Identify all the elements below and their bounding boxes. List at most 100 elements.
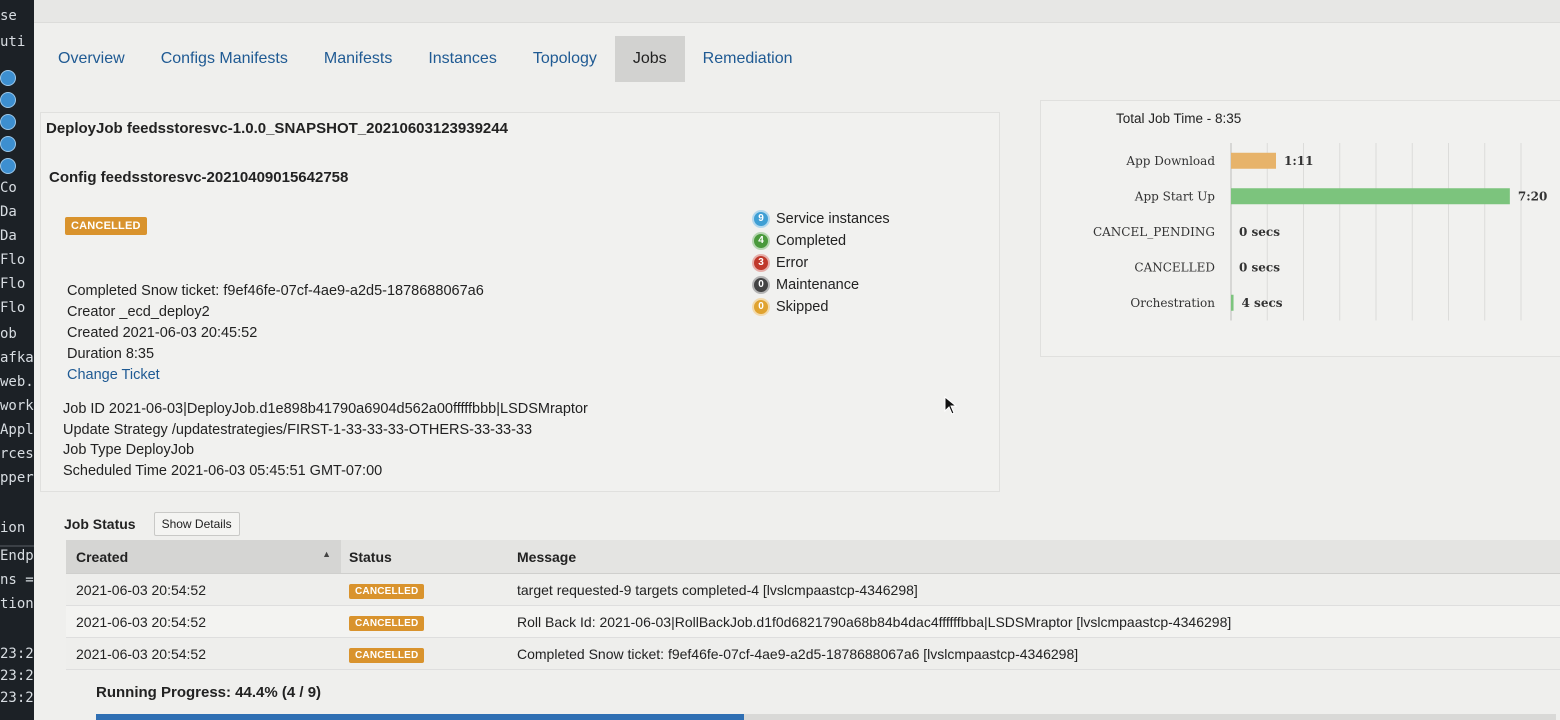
sort-arrow-icon: ▲: [322, 548, 331, 559]
value-label: 0 secs: [1239, 225, 1280, 239]
tab-manifests[interactable]: Manifests: [306, 36, 410, 82]
job-time-chart: Total Job Time - 8:35 App Download 1:11 App…: [1040, 100, 1560, 357]
terminal-line: Da: [0, 228, 17, 244]
bar: [1231, 188, 1510, 205]
terminal-line: rces: [0, 446, 34, 462]
table-row: 2021-06-03 20:54:52 CANCELLED Completed …: [66, 637, 1560, 670]
terminal-line: pper: [0, 470, 34, 486]
snow-ticket: Completed Snow ticket: f9ef46fe-07cf-4ae…: [67, 283, 484, 299]
legend-label: Maintenance: [776, 277, 860, 293]
column-status[interactable]: Status: [341, 540, 509, 574]
created-time: Created 2021-06-03 20:45:52: [67, 325, 258, 341]
mouse-cursor-icon: [944, 396, 958, 415]
table-header-row: Created ▲ Status Message: [66, 540, 1560, 574]
row-status: CANCELLED: [341, 605, 509, 638]
bar: [1231, 294, 1234, 311]
row-message: Roll Back Id: 2021-06-03|RollBackJob.d1f…: [509, 605, 1560, 638]
job-id: Job ID 2021-06-03|DeployJob.d1e898b41790…: [63, 401, 588, 417]
terminal-line: Flo: [0, 300, 26, 316]
terminal-line: ion: [0, 520, 26, 536]
job-status-header: Job Status Show Details: [64, 512, 240, 536]
scheduled-time: Scheduled Time 2021-06-03 05:45:51 GMT-0…: [63, 462, 383, 479]
terminal-status-icon: [0, 158, 16, 174]
count-badge: 3: [752, 254, 770, 272]
running-progress-label: Running Progress: 44.4% (4 / 9): [96, 684, 322, 701]
legend-maintenance: 0 Maintenance: [752, 274, 890, 296]
job-type: Job Type DeployJob: [63, 442, 195, 458]
legend-label: Service instances: [776, 211, 890, 227]
column-created[interactable]: Created ▲: [66, 540, 341, 574]
row-created: 2021-06-03 20:54:52: [66, 637, 341, 670]
terminal-status-icon: [0, 136, 16, 152]
tab-remediation[interactable]: Remediation: [685, 36, 811, 82]
category-label: App Start Up: [1134, 189, 1216, 203]
row-status: CANCELLED: [341, 573, 509, 606]
tab-bar: Overview Configs Manifests Manifests Ins…: [40, 36, 810, 82]
running-progress-fill: [96, 714, 745, 720]
tab-configs-manifests[interactable]: Configs Manifests: [143, 36, 306, 82]
legend-completed: 4 Completed: [752, 230, 890, 252]
column-label: Created: [76, 548, 129, 565]
status-badge: CANCELLED: [349, 583, 425, 599]
table-row: 2021-06-03 20:54:52 CANCELLED target req…: [66, 573, 1560, 606]
legend-error: 3 Error: [752, 252, 890, 274]
terminal-line: ob: [0, 326, 17, 342]
value-label: 0 secs: [1239, 260, 1280, 274]
job-status-badge: CANCELLED: [65, 217, 147, 235]
job-status-table: Created ▲ Status Message 2021-06-03 20:54…: [66, 540, 1560, 670]
tab-overview[interactable]: Overview: [40, 36, 143, 82]
terminal-status-icon: [0, 114, 16, 130]
job-meta: Job ID 2021-06-03|DeployJob.d1e898b41790…: [63, 399, 588, 481]
terminal-line: Flo: [0, 252, 26, 268]
job-title: DeployJob feedsstoresvc-1.0.0_SNAPSHOT_2…: [46, 120, 508, 137]
terminal-line: afka: [0, 350, 34, 366]
count-badge: 9: [752, 210, 770, 228]
value-label: 7:20: [1518, 189, 1547, 203]
column-message[interactable]: Message: [509, 540, 1560, 574]
row-created: 2021-06-03 20:54:52: [66, 573, 341, 606]
terminal-line: se: [0, 8, 17, 24]
category-label: Orchestration: [1130, 296, 1215, 310]
terminal-line: uti: [0, 34, 26, 50]
status-badge: CANCELLED: [349, 647, 425, 663]
chart-title: Total Job Time - 8:35: [1116, 111, 1241, 126]
show-details-button[interactable]: Show Details: [153, 512, 240, 536]
legend-label: Completed: [776, 233, 847, 249]
change-ticket-link[interactable]: Change Ticket: [67, 365, 484, 386]
table-row: 2021-06-03 20:54:52 CANCELLED Roll Back …: [66, 605, 1560, 638]
application-page: Overview Configs Manifests Manifests Ins…: [34, 0, 1560, 720]
count-badge: 4: [752, 232, 770, 250]
instance-legend: 9 Service instances 4 Completed 3 Error …: [752, 208, 890, 318]
terminal-line: Flo: [0, 276, 26, 292]
tab-jobs[interactable]: Jobs: [614, 36, 685, 82]
row-created: 2021-06-03 20:54:52: [66, 605, 341, 638]
legend-label: Skipped: [776, 299, 829, 315]
value-label: 1:11: [1284, 154, 1313, 168]
category-label: App Download: [1125, 154, 1215, 168]
row-status: CANCELLED: [341, 637, 509, 670]
terminal-status-icon: [0, 92, 16, 108]
bar: [1231, 152, 1276, 169]
row-message: Completed Snow ticket: f9ef46fe-07cf-4ae…: [509, 637, 1560, 670]
config-title: Config feedsstoresvc-20210409015642758: [49, 169, 349, 186]
job-info: Completed Snow ticket: f9ef46fe-07cf-4ae…: [67, 281, 484, 386]
category-label: CANCEL_PENDING: [1093, 225, 1215, 239]
legend-label: Error: [776, 255, 809, 271]
legend-skipped: 0 Skipped: [752, 296, 890, 318]
job-time-chart-svg: Total Job Time - 8:35 App Download 1:11 App…: [1093, 111, 1547, 321]
count-badge: 0: [752, 298, 770, 316]
count-badge: 0: [752, 276, 770, 294]
top-band: [34, 0, 1560, 23]
category-label: CANCELLED: [1134, 260, 1215, 274]
terminal-line: Da: [0, 204, 17, 220]
status-badge: CANCELLED: [349, 615, 425, 631]
update-strategy: Update Strategy /updatestrategies/FIRST-…: [63, 421, 533, 438]
terminal-line: work: [0, 398, 34, 414]
terminal-line: Co: [0, 180, 17, 196]
running-progress-bar: [96, 714, 1556, 720]
terminal-status-icon: [0, 70, 16, 86]
value-label: 4 secs: [1242, 296, 1283, 310]
creator: Creator _ecd_deploy2: [67, 304, 210, 320]
tab-instances[interactable]: Instances: [410, 36, 514, 82]
tab-topology[interactable]: Topology: [515, 36, 615, 82]
